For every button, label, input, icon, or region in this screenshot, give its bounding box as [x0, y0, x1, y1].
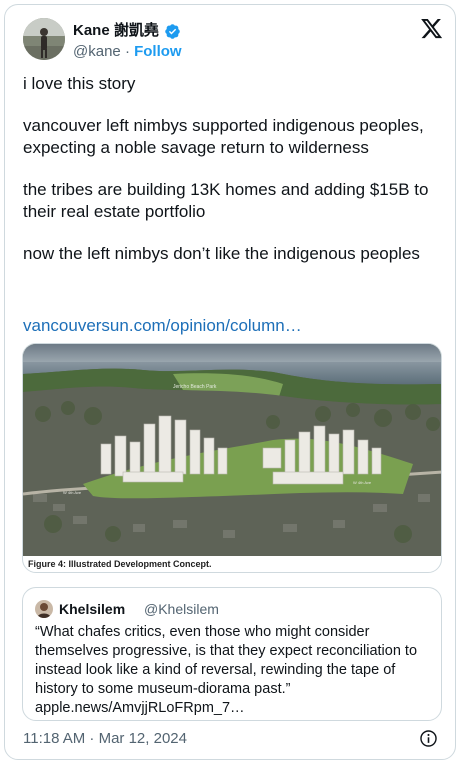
quoted-link[interactable]: apple.news/AmvjjRLoFRpm_7…: [35, 699, 433, 718]
info-icon[interactable]: [419, 729, 438, 748]
quoted-author-name: Khelsilem: [59, 601, 126, 617]
quoted-author-avatar: [35, 600, 53, 618]
quoted-text-body: “What chafes critics, even those who mig…: [35, 624, 418, 697]
map-label: Jericho Beach Park: [173, 384, 217, 390]
tweet-card: Kane 謝凱堯 @kane · Follow i love this stor…: [4, 4, 456, 760]
tweet-timestamp[interactable]: 11:18 AM · Mar 12, 2024: [23, 730, 187, 748]
map-label: W 4th Ave: [63, 490, 82, 495]
x-logo-icon[interactable]: [421, 19, 443, 39]
tweet-paragraph: vancouver left nimbys supported indigeno…: [23, 116, 424, 157]
tweet-paragraph: i love this story: [23, 74, 136, 93]
tweet-paragraph: the tribes are building 13K homes and ad…: [23, 180, 429, 221]
tweet-header: Kane 謝凱堯 @kane · Follow: [23, 18, 443, 66]
tweet-text: i love this story vancouver left nimbys …: [23, 73, 447, 285]
quoted-tweet-text: “What chafes critics, even those who mig…: [35, 623, 433, 718]
image-caption: Figure 4: Illustrated Development Concep…: [28, 559, 212, 569]
quoted-author-handle: @Khelsilem: [144, 601, 219, 617]
author-avatar[interactable]: [23, 18, 65, 60]
follow-button[interactable]: Follow: [134, 43, 182, 60]
map-label: W 4th Ave: [353, 480, 372, 485]
media-image[interactable]: Jericho Beach Park W 4th Ave W 4th Ave F…: [22, 343, 442, 573]
meta-separator: ·: [124, 43, 130, 60]
tweet-paragraph: now the left nimbys don’t like the indig…: [23, 244, 420, 263]
verified-badge-icon: [164, 23, 181, 40]
author-handle[interactable]: @kane: [73, 43, 121, 60]
development-concept-image: Jericho Beach Park W 4th Ave W 4th Ave: [23, 344, 441, 556]
author-meta: @kane · Follow: [73, 43, 182, 61]
article-link[interactable]: vancouversun.com/opinion/column…: [23, 315, 302, 337]
author-name[interactable]: Kane 謝凱堯: [73, 22, 159, 40]
quoted-tweet[interactable]: Khelsilem @Khelsilem “What chafes critic…: [22, 587, 442, 721]
